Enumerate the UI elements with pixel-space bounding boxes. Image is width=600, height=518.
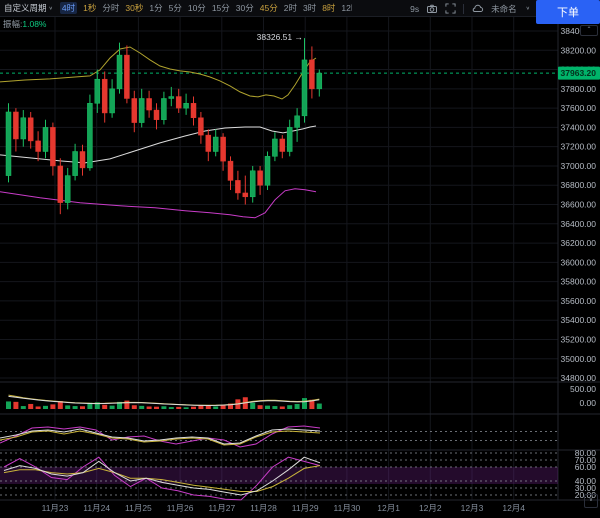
timeframe-button[interactable]: 1秒 [83,2,96,14]
timeframe-button[interactable]: 2时 [284,2,297,14]
svg-text:11月27: 11月27 [208,503,235,513]
svg-text:35600.00: 35600.00 [561,296,597,306]
svg-text:12月4: 12月4 [502,503,525,513]
fullscreen-icon[interactable] [445,3,456,14]
trading-chart-app: 自定义周期 ∨ 4时 1秒分时 30秒 1分 5分 10分 15分 30分 45分 2时 3时 8时 1… [0,0,600,518]
countdown-label: 9s [410,4,419,14]
layout-name-label[interactable]: 未命名 [491,3,517,15]
timeframe-button[interactable]: 分时 [102,2,119,14]
timeframe-button[interactable]: 12时 [341,2,352,14]
svg-text:500.00: 500.00 [570,384,596,394]
svg-text:36200.00: 36200.00 [561,238,597,248]
oscillator-layer [0,426,320,447]
order-button[interactable]: 下单 [536,0,600,24]
svg-text:0.00: 0.00 [579,398,596,408]
svg-text:38200.00: 38200.00 [561,45,597,55]
svg-text:11月26: 11月26 [167,503,194,513]
svg-text:60.00: 60.00 [575,462,597,472]
svg-text:12月3: 12月3 [461,503,484,513]
timeframe-button[interactable]: 1分 [149,2,162,14]
timeframe-button[interactable]: 15分 [212,2,230,14]
timeframe-button[interactable]: 30秒 [125,2,143,14]
timeframe-button[interactable]: 8时 [322,2,335,14]
timeframe-button[interactable]: 10分 [188,2,206,14]
svg-text:36400.00: 36400.00 [561,219,597,229]
svg-text:37000.00: 37000.00 [561,161,597,171]
svg-text:12月1: 12月1 [377,503,400,513]
timeframe-button[interactable]: 3时 [303,2,316,14]
svg-text:35400.00: 35400.00 [561,315,597,325]
svg-text:11月25: 11月25 [125,503,152,513]
candles-layer [6,38,322,214]
grid-layer [0,17,600,500]
svg-text:11月24: 11月24 [83,503,110,513]
period-menu[interactable]: 自定义周期 ∨ [4,2,53,14]
amplitude-readout: 振幅:1.08% [3,18,46,30]
volume-layer [6,395,322,409]
period-menu-label: 自定义周期 [4,2,47,14]
svg-text:11月28: 11月28 [250,503,277,513]
cloud-icon[interactable] [471,3,484,14]
svg-text:11月23: 11月23 [42,503,69,513]
time-axis[interactable]: 11月23 11月24 11月25 11月26 11月27 11月28 11月29 11月30… [42,503,526,513]
top-toolbar: 自定义周期 ∨ 4时 1秒分时 30秒 1分 5分 10分 15分 30分 45分 2时 3时 8时 1… [0,0,600,17]
svg-text:36600.00: 36600.00 [561,200,597,210]
chevron-down-icon: ∨ [526,6,530,12]
svg-text:35200.00: 35200.00 [561,334,597,344]
amplitude-value: 1.08% [22,19,46,29]
timeframe-button[interactable]: 45分 [260,2,278,14]
timeframe-list: 4时1秒分时30秒1分5分10分15分30分45分2时3时8时12时1日2日3日… [60,2,352,14]
high-price-annotation: 38326.51 → [257,32,303,42]
chart-canvas[interactable]: 38400.0038200.0038000.0037800.0037600.00… [0,0,600,518]
toolbar-right-group: 9s 未命名 ∨ [410,0,530,17]
svg-text:38326.51 →: 38326.51 → [257,32,303,42]
svg-text:37200.00: 37200.00 [561,142,597,152]
timeframe-button[interactable]: 30分 [236,2,254,14]
panel-collapse-button[interactable]: ∨ [584,494,598,508]
svg-text:35000.00: 35000.00 [561,354,597,364]
amplitude-label: 振幅: [3,19,22,29]
chevron-down-icon: ∨ [49,5,53,11]
timeframe-button[interactable]: 5分 [169,2,182,14]
svg-text:34800.00: 34800.00 [561,373,597,383]
svg-text:11月30: 11月30 [334,503,361,513]
price-axis[interactable]: 38400.0038200.0038000.0037800.0037600.00… [561,26,597,500]
timeframe-button[interactable]: 4时 [60,2,77,14]
svg-text:36000.00: 36000.00 [561,257,597,267]
svg-text:36800.00: 36800.00 [561,180,597,190]
svg-text:37800.00: 37800.00 [561,84,597,94]
svg-text:12月2: 12月2 [419,503,442,513]
svg-text:37600.00: 37600.00 [561,103,597,113]
svg-text:35800.00: 35800.00 [561,277,597,287]
current-price-badge: 37963.20 [558,67,600,80]
collapse-axis-button[interactable]: ⌃ [580,25,598,36]
svg-text:11月29: 11月29 [292,503,319,513]
camera-icon[interactable] [426,3,438,15]
toolbar-divider [463,4,464,14]
svg-text:37400.00: 37400.00 [561,122,597,132]
svg-text:37963.20: 37963.20 [561,68,597,78]
